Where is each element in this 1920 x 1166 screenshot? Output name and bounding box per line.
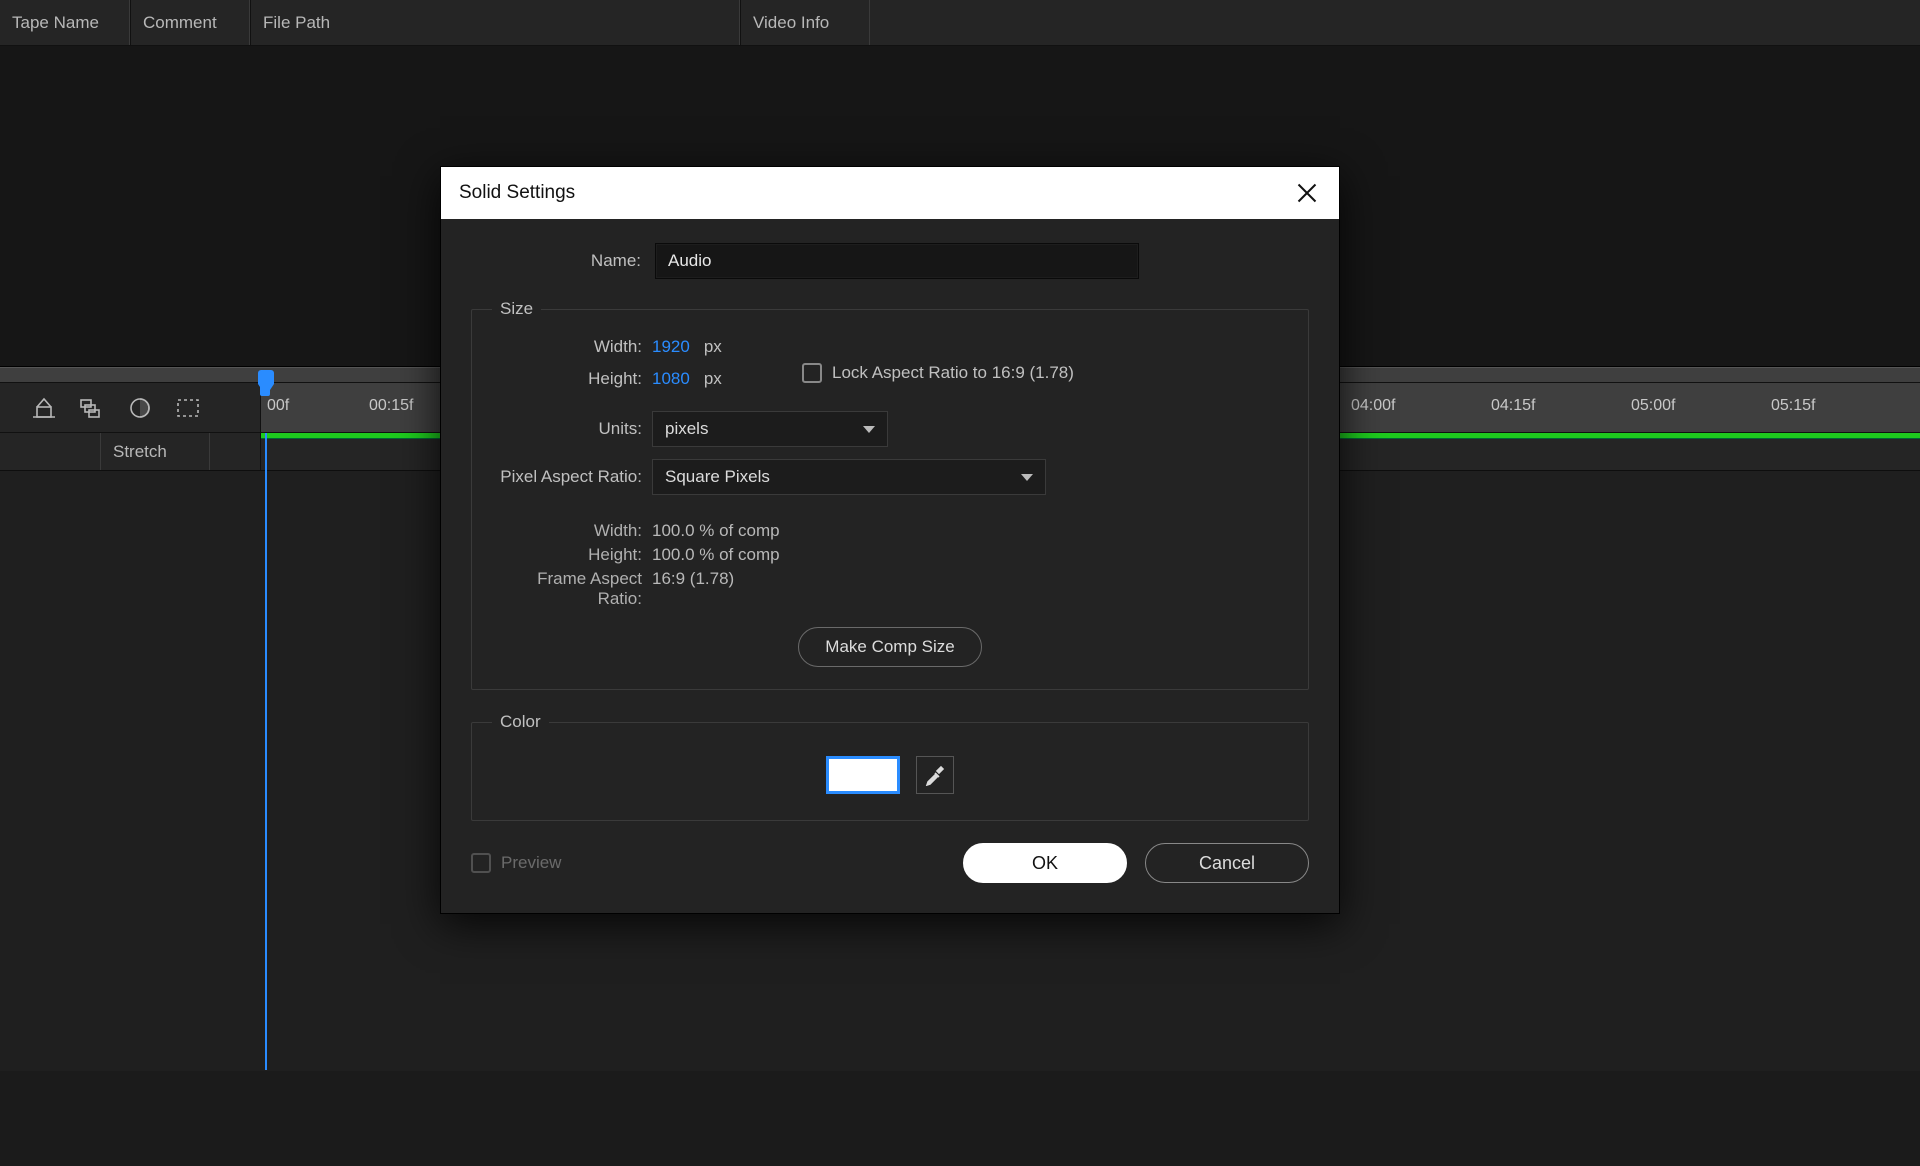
render-queue-icon[interactable]	[30, 394, 58, 422]
col-file-path-label: File Path	[263, 13, 330, 33]
eyedropper-button[interactable]	[916, 756, 954, 794]
time-label-2: 04:00f	[1351, 397, 1395, 415]
preview-label: Preview	[501, 853, 561, 873]
par-value: Square Pixels	[665, 467, 770, 487]
make-comp-size-button[interactable]: Make Comp Size	[798, 627, 981, 667]
size-group: Size Width: 1920 px Height: 1080 px Lock…	[471, 299, 1309, 690]
playhead-line[interactable]	[265, 433, 267, 1070]
col-comment-label: Comment	[143, 13, 217, 33]
work-area-start-handle[interactable]	[260, 384, 270, 396]
solid-settings-dialog: Solid Settings Name: Size Width: 1920 px…	[440, 166, 1340, 914]
col-stretch[interactable]: Stretch	[100, 433, 210, 470]
shy-layers-icon[interactable]	[78, 394, 106, 422]
ok-label: OK	[1032, 853, 1058, 873]
dialog-title: Solid Settings	[459, 182, 575, 204]
width-unit: px	[704, 337, 722, 357]
lock-aspect-checkbox[interactable]	[802, 363, 822, 383]
size-legend: Size	[492, 299, 541, 319]
time-label-0: 00f	[267, 397, 289, 415]
height-unit: px	[704, 369, 722, 389]
col-stretch-label: Stretch	[113, 442, 167, 462]
width-value[interactable]: 1920	[652, 337, 690, 357]
workspace: 00f 00:15f 04:00f 04:15f 05:00f 05:15f S…	[0, 46, 1920, 1080]
dialog-titlebar[interactable]: Solid Settings	[441, 167, 1339, 219]
time-label-3: 04:15f	[1491, 397, 1535, 415]
lock-aspect-label: Lock Aspect Ratio to 16:9 (1.78)	[832, 363, 1074, 383]
col-file-path[interactable]: File Path	[250, 0, 740, 45]
close-icon[interactable]	[1293, 179, 1321, 207]
units-value: pixels	[665, 419, 708, 439]
info-width-label: Width:	[492, 521, 642, 541]
time-label-5: 05:15f	[1771, 397, 1815, 415]
info-far-label: Frame Aspect Ratio:	[492, 569, 642, 609]
motion-blur-icon[interactable]	[174, 394, 202, 422]
frame-blend-icon[interactable]	[126, 394, 154, 422]
col-tape-name[interactable]: Tape Name	[0, 0, 130, 45]
project-columns-header: Tape Name Comment File Path Video Info	[0, 0, 1920, 46]
info-far-value: 16:9 (1.78)	[652, 569, 734, 609]
name-input[interactable]	[655, 243, 1139, 279]
par-dropdown[interactable]: Square Pixels	[652, 459, 1046, 495]
dialog-body: Name: Size Width: 1920 px Height: 1080 p…	[441, 219, 1339, 913]
time-label-4: 05:00f	[1631, 397, 1675, 415]
par-label: Pixel Aspect Ratio:	[492, 467, 642, 487]
col-video-info-label: Video Info	[753, 13, 829, 33]
playhead-handle[interactable]	[258, 370, 274, 384]
height-value[interactable]: 1080	[652, 369, 690, 389]
color-swatch[interactable]	[826, 756, 900, 794]
info-height-value: 100.0 % of comp	[652, 545, 780, 565]
info-height-label: Height:	[492, 545, 642, 565]
width-label: Width:	[492, 337, 642, 357]
units-label: Units:	[492, 419, 642, 439]
cancel-label: Cancel	[1199, 853, 1255, 873]
time-label-1: 00:15f	[369, 397, 413, 415]
height-label: Height:	[492, 369, 642, 389]
ok-button[interactable]: OK	[963, 843, 1127, 883]
chevron-down-icon	[1021, 474, 1033, 481]
preview-checkbox	[471, 853, 491, 873]
col-tape-name-label: Tape Name	[12, 13, 99, 33]
eyedropper-icon	[924, 764, 946, 786]
color-legend: Color	[492, 712, 549, 732]
name-label: Name:	[561, 251, 641, 271]
col-comment[interactable]: Comment	[130, 0, 250, 45]
info-width-value: 100.0 % of comp	[652, 521, 780, 541]
units-dropdown[interactable]: pixels	[652, 411, 888, 447]
color-group: Color	[471, 712, 1309, 821]
col-video-info[interactable]: Video Info	[740, 0, 870, 45]
cancel-button[interactable]: Cancel	[1145, 843, 1309, 883]
chevron-down-icon	[863, 426, 875, 433]
make-comp-size-label: Make Comp Size	[825, 637, 954, 656]
